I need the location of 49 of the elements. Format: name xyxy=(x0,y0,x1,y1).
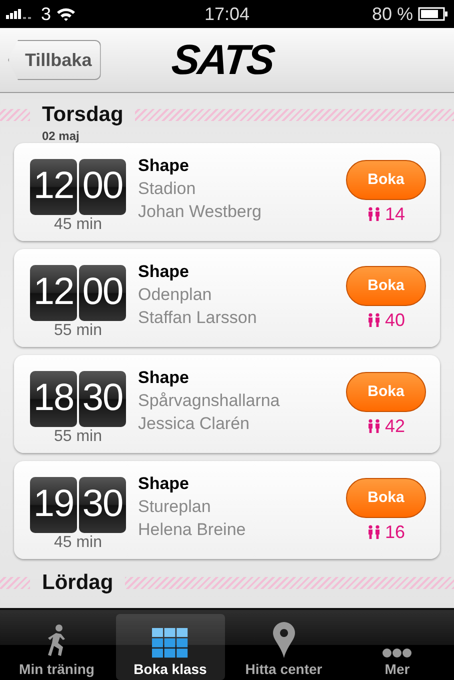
day-heading: Lördag xyxy=(42,571,114,595)
location-label: Stureplan xyxy=(138,497,212,517)
logo: SATS xyxy=(169,36,276,84)
hour-tile: 18 xyxy=(30,370,77,426)
minute-tile: 00 xyxy=(79,158,126,214)
carrier-name: 3 xyxy=(41,4,52,24)
battery-icon xyxy=(418,7,448,21)
duration-label: 45 min xyxy=(54,534,102,552)
instructor-label: Helena Breine xyxy=(138,520,247,540)
spots-count: 40 xyxy=(384,310,406,330)
class-name: Shape xyxy=(138,368,190,388)
tab-item[interactable]: Hitta center xyxy=(229,614,338,680)
minute-tile: 30 xyxy=(79,370,126,426)
map-pin-icon xyxy=(272,622,296,658)
grid-icon xyxy=(152,628,188,658)
instructor-label: Johan Westberg xyxy=(138,202,262,222)
tab-item[interactable]: Boka klass xyxy=(116,614,225,680)
instructor-label: Jessica Clarén xyxy=(138,414,250,434)
battery-percent: 80 % xyxy=(372,4,413,24)
duration-label: 45 min xyxy=(54,216,102,234)
back-button[interactable]: Tillbaka xyxy=(8,40,101,80)
status-time: 17:04 xyxy=(204,4,250,24)
people-icon xyxy=(366,313,381,327)
spots-count: 14 xyxy=(384,204,406,224)
spots-count: 16 xyxy=(384,522,406,542)
duration-label: 55 min xyxy=(54,322,102,340)
day-heading: Torsdag xyxy=(42,103,124,127)
hour-tile: 12 xyxy=(30,158,77,214)
location-label: Stadion xyxy=(138,179,197,199)
duration-label: 55 min xyxy=(54,428,102,446)
more-icon xyxy=(382,648,412,658)
instructor-label: Staffan Larsson xyxy=(138,308,258,328)
location-label: Odenplan xyxy=(138,285,213,305)
wifi-icon xyxy=(56,6,76,22)
tab-item[interactable]: Min träning xyxy=(2,614,112,680)
spots-count: 42 xyxy=(384,416,406,436)
tab-item[interactable]: Mer xyxy=(342,614,452,680)
people-icon xyxy=(366,419,381,433)
minute-tile: 00 xyxy=(79,264,126,320)
class-name: Shape xyxy=(138,474,190,494)
minute-tile: 30 xyxy=(79,476,126,532)
people-icon xyxy=(366,525,381,539)
class-name: Shape xyxy=(138,156,190,176)
date-label: 02 maj xyxy=(42,129,80,143)
people-icon xyxy=(366,207,381,221)
location-label: Spårvagnshallarna xyxy=(138,391,281,411)
hour-tile: 19 xyxy=(30,476,77,532)
hour-tile: 12 xyxy=(30,264,77,320)
class-name: Shape xyxy=(138,262,190,282)
